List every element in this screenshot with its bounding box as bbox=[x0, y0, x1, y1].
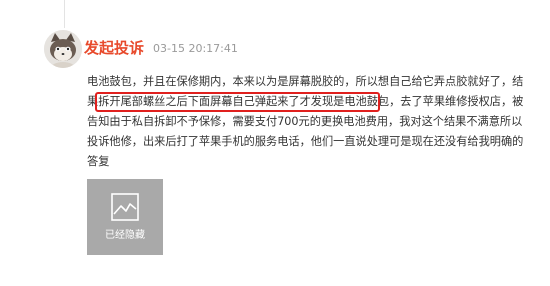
image-placeholder-icon bbox=[111, 193, 139, 221]
post-content: 电池鼓包，并且在保修期内，本来以为是屏幕脱胶的，所以想自己给它弄点胶就好了，结 … bbox=[87, 72, 527, 172]
thread-divider-line bbox=[64, 0, 65, 28]
post-timestamp: 03-15 20:17:41 bbox=[153, 42, 238, 55]
content-line: 告知由于私自拆卸不予保修，需要支付700元的更换电池费用，我对这个结果不满意所以 bbox=[87, 115, 523, 128]
content-line: 投诉他修，出来后打了苹果手机的服务电话，他们一直说处理可是现在还没有给我明确的 bbox=[87, 135, 524, 148]
avatar[interactable] bbox=[44, 30, 82, 68]
cat-avatar-icon bbox=[44, 30, 82, 68]
hidden-image-thumbnail[interactable]: 已经隐藏 bbox=[87, 179, 163, 255]
content-line: 电池鼓包，并且在保修期内，本来以为是屏幕脱胶的，所以想自己给它弄点胶就好了，结 bbox=[87, 75, 524, 88]
content-line: 答复 bbox=[87, 155, 110, 168]
highlight-annotation-box bbox=[95, 92, 380, 112]
hidden-image-label: 已经隐藏 bbox=[105, 230, 145, 241]
username[interactable]: 发起投诉 bbox=[84, 38, 144, 58]
